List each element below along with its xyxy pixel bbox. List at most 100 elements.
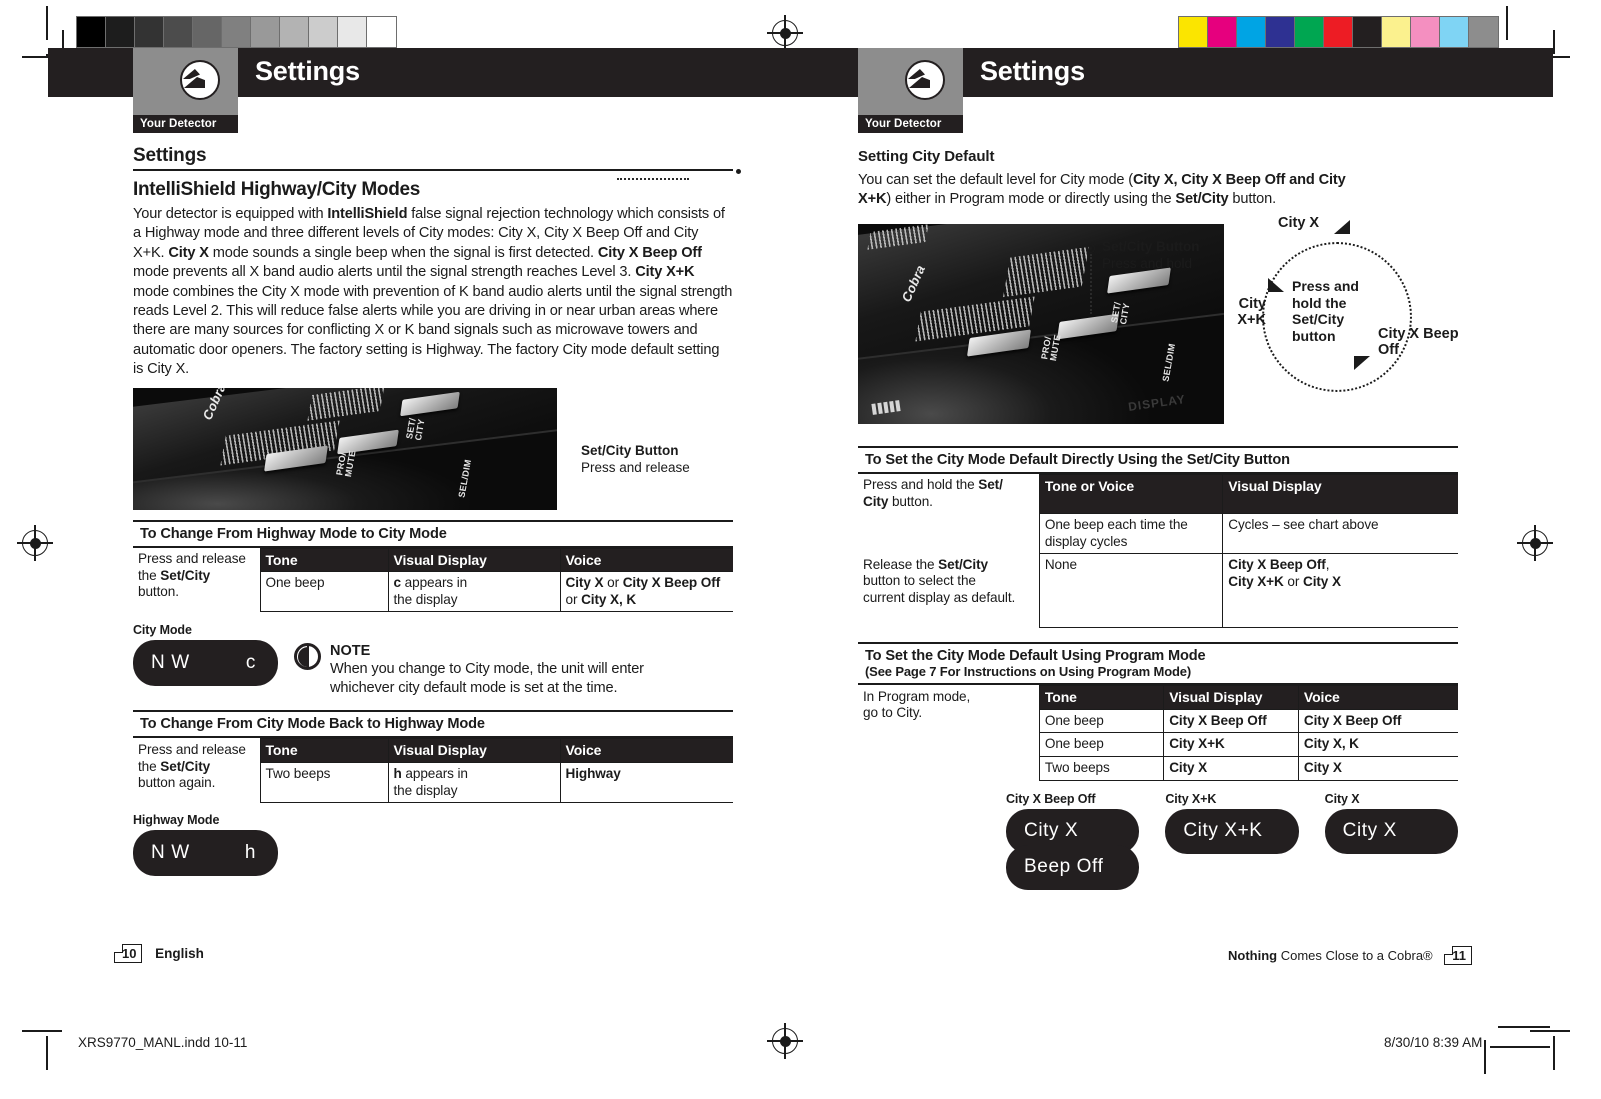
lcd-block-city-x: City X City X: [1324, 791, 1458, 890]
lcd-display-secondary: Beep Off: [1006, 844, 1140, 890]
rtable2-r2-visual: City X+K: [1163, 732, 1299, 757]
callout-sub: Press and hold: [1102, 255, 1193, 271]
print-sheet: Your Detector Settings Your Detector Set…: [0, 0, 1601, 1099]
color-calibration-bar: [1178, 16, 1499, 48]
table2-header-voice: Voice: [559, 738, 733, 764]
color-patch: [1353, 17, 1382, 47]
registration-mark: [17, 525, 53, 561]
gray-patch: [106, 17, 135, 47]
left-page-title: Settings: [255, 56, 360, 86]
table2-cell-voice: Highway: [559, 762, 733, 804]
lcd-display-highway: N W h: [133, 830, 278, 877]
crop-mark: [46, 6, 48, 40]
crop-mark: [1490, 1046, 1550, 1048]
table1-cell-voice: City X or City X Beep Off or City X, K: [559, 571, 733, 613]
table1-header-voice: Voice: [559, 547, 733, 573]
left-heading: IntelliShield Highway/City Modes: [133, 179, 421, 200]
crop-mark: [1498, 1026, 1550, 1028]
right-page-column: Setting City Default You can set the def…: [858, 148, 1459, 890]
grayscale-calibration-bar: [76, 16, 397, 48]
callout-bullseye-icon: [1086, 244, 1095, 253]
table1-cell-visual: c appears in the display: [387, 571, 561, 613]
table-row: One beep each time the display cycles Cyc…: [858, 512, 1458, 555]
lcd-label: City X+K: [1165, 791, 1217, 806]
lcd1-left-text: N W: [151, 652, 190, 674]
right-header-tab-label: Your Detector: [858, 115, 963, 133]
setcity-callout-right: Set/City Button Press and hold: [1102, 239, 1200, 272]
left-intro-paragraph: Your detector is equipped with IntelliSh…: [133, 206, 733, 378]
crop-mark: [1553, 1036, 1555, 1070]
page-number-right: 11: [1444, 946, 1472, 965]
lcd-label: City X: [1324, 791, 1360, 806]
left-page-column: Settings IntelliShield Highway/City Mode…: [133, 145, 741, 877]
lcd-display-city: N W c: [133, 640, 278, 687]
callout-title: Set/City Button: [1102, 239, 1200, 254]
gray-patch: [251, 17, 280, 47]
tagline-rest: Comes Close to a Cobra®: [1277, 948, 1433, 963]
crop-mark: [46, 1036, 48, 1070]
lcd-block-city-x-beep-off: City X Beep Off City X Beep Off: [1006, 791, 1140, 890]
rtable2-r3-visual: City X: [1163, 755, 1299, 781]
rtable1-header-visual: Visual Display: [1222, 473, 1458, 515]
color-patch: [1440, 17, 1469, 47]
color-patch: [1266, 17, 1295, 47]
lcd-line2: Beep Off: [1024, 856, 1104, 878]
rtable2-r1-tone: One beep: [1038, 708, 1165, 734]
rtable2-r1-visual: City X Beep Off: [1163, 708, 1299, 734]
rtable2-r3-tone: Two beeps: [1038, 755, 1165, 781]
table2-first-cell: Press and release the Set/City button agai…: [133, 738, 261, 803]
rtable1-header-tone: Tone or Voice: [1038, 473, 1224, 515]
rtable2-r1-voice: City X Beep Off: [1297, 708, 1458, 734]
lcd2-left-text: N W: [151, 842, 190, 864]
callout-leader-line: [617, 178, 689, 180]
left-page-footer: 10 English: [114, 944, 204, 963]
note-icon: [294, 643, 321, 671]
gray-patch: [338, 17, 367, 47]
callout-leader-line: [1090, 254, 1092, 314]
rtable1-spacer: [858, 513, 1040, 554]
cycle-node-city-x-plus-k: City X+K: [1237, 296, 1266, 328]
table1-header-tone: Tone: [259, 547, 389, 573]
callout-sub: Press and release: [581, 459, 690, 475]
rtable2-caption-sub: (See Page 7 For Instructions on Using Pr…: [865, 664, 1192, 680]
color-patch: [1382, 17, 1411, 47]
table-set-default-setcity: To Set the City Mode Default Directly Us…: [858, 445, 1458, 629]
note-title: NOTE: [330, 643, 371, 660]
table1-header-visual: Visual Display: [387, 547, 561, 573]
rtable2-header-tone: Tone: [1038, 685, 1165, 710]
rtable1-first-cell-1: Press and hold the Set/City button.: [858, 474, 1040, 514]
table1-caption: To Change From Highway Mode to City Mode: [133, 519, 733, 548]
lcd-line1: City X: [1024, 820, 1079, 842]
lcd-label: City X Beep Off: [1006, 791, 1096, 806]
lcd-row-right: City X Beep Off City X Beep Off City X+K…: [858, 792, 1458, 890]
lcd1-label: City Mode: [133, 623, 192, 638]
lcd-highway-mode-block: Highway Mode N W h: [133, 813, 278, 877]
footer-language: English: [155, 946, 204, 961]
right-page-title: Settings: [980, 56, 1085, 86]
color-patch: [1324, 17, 1353, 47]
gray-patch: [367, 17, 396, 47]
right-heading: Setting City Default: [858, 148, 995, 165]
lcd-display: City X+K: [1165, 808, 1299, 854]
lcd-display: City X: [1324, 808, 1458, 854]
lcd-block-city-x-plus-k: City X+K City X+K: [1165, 791, 1299, 890]
rtable1-first-cell-2: Release the Set/City button to select the…: [858, 553, 1040, 628]
right-page-footer: Nothing Comes Close to a Cobra® 11: [1228, 946, 1472, 965]
gray-patch: [135, 17, 164, 47]
photo-key-label-set-city: SET/ CITY: [404, 416, 427, 441]
lcd2-label: Highway Mode: [133, 813, 220, 828]
photo-key-label-set-city: SET/ CITY: [1109, 300, 1132, 326]
tagline-bold: Nothing: [1228, 948, 1278, 963]
section-rule: [133, 169, 741, 174]
cycle-node-city-x-beep-off: City X Beep Off: [1378, 326, 1459, 358]
gray-patch: [77, 17, 106, 47]
rtable1-cell-visual-2: City X Beep Off, City X+K or City X: [1222, 553, 1458, 629]
rtable1-caption: To Set the City Mode Default Directly Us…: [858, 445, 1458, 474]
rtable2-header-voice: Voice: [1297, 685, 1458, 710]
table-city-to-highway: To Change From City Mode Back to Highway…: [133, 710, 733, 804]
cobra-logo-icon: [180, 60, 220, 100]
cycle-node-city-x: City X: [1278, 215, 1320, 231]
cycle-arrow-icon: [1334, 220, 1350, 234]
table1-first-cell: Press and release the Set/City button.: [133, 548, 261, 612]
city-mode-cycle-diagram: Press and hold the Set/City button City …: [1237, 215, 1459, 392]
